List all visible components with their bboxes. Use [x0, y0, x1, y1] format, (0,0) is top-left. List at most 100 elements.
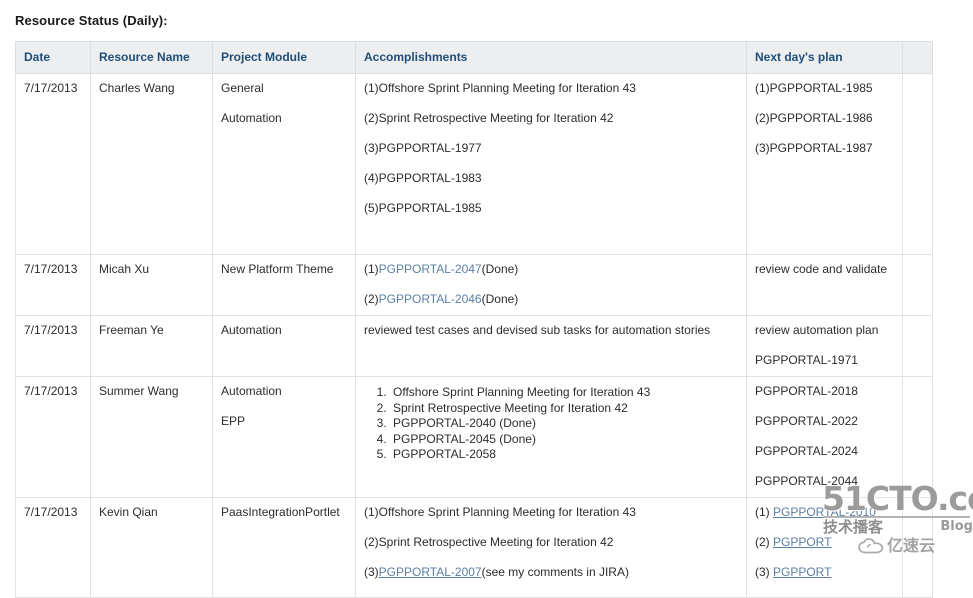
cell-project-module: PaasIntegrationPortlet: [212, 497, 356, 598]
module-value: EPP: [221, 414, 246, 428]
accomplishment-item: (1)Offshore Sprint Planning Meeting for …: [364, 81, 636, 95]
date-value: 7/17/2013: [24, 323, 78, 337]
cell-accomplishments: reviewed test cases and devised sub task…: [355, 315, 747, 377]
cell-accomplishments: (1)Offshore Sprint Planning Meeting for …: [355, 73, 747, 255]
cell-date: 7/17/2013: [15, 73, 91, 255]
cell-project-module: Automation: [212, 315, 356, 377]
cell-accomplishments: (1)PGPPORTAL-2047(Done) (2)PGPPORTAL-204…: [355, 254, 747, 316]
item-prefix: (2)Sprint Retrospective Meeting for Iter…: [364, 535, 614, 549]
table-row: 7/17/2013 Micah Xu New Platform Theme (1…: [15, 254, 933, 316]
resource-name-value: Charles Wang: [99, 81, 175, 95]
accomplishment-item: (5)PGPPORTAL-1985: [364, 201, 482, 215]
next-day-plan-item: (3)PGPPORTAL-1987: [755, 141, 873, 155]
next-day-plan-item: PGPPORTAL-1971: [755, 353, 858, 367]
table-row: 7/17/2013 Freeman Ye Automation reviewed…: [15, 315, 933, 377]
list-item: PGPPORTAL-2040 (Done): [390, 416, 738, 431]
cell-resource-name: Kevin Qian: [90, 497, 213, 598]
module-value: New Platform Theme: [221, 262, 334, 276]
item-prefix: (3): [755, 565, 773, 579]
jira-link[interactable]: PGPPORT: [773, 565, 831, 579]
accomplishment-item: (3)PGPPORTAL-2007(see my comments in JIR…: [364, 565, 738, 580]
cell-date: 7/17/2013: [15, 376, 91, 498]
column-header-extra[interactable]: [902, 41, 933, 74]
accomplishment-item: (2)Sprint Retrospective Meeting for Iter…: [364, 111, 614, 125]
cell-next-day-plan: (1)PGPPORTAL-1985 (2)PGPPORTAL-1986 (3)P…: [746, 73, 903, 255]
next-day-plan-item: (2)PGPPORTAL-1986: [755, 111, 873, 125]
accomplishment-item: reviewed test cases and devised sub task…: [364, 323, 711, 337]
cell-extra: [902, 315, 933, 377]
jira-link[interactable]: PGPPORTAL-2010: [773, 505, 876, 519]
next-day-plan-item: review code and validate: [755, 262, 888, 276]
column-header-date[interactable]: Date: [15, 41, 91, 74]
item-prefix: (1)Offshore Sprint Planning Meeting for …: [364, 505, 636, 519]
jira-link[interactable]: PGPPORTAL-2007: [379, 565, 482, 579]
column-header-accomplishments[interactable]: Accomplishments: [355, 41, 747, 74]
next-day-plan-item: (1)PGPPORTAL-1985: [755, 81, 873, 95]
accomplishment-item: (2)PGPPORTAL-2046(Done): [364, 292, 738, 307]
module-value: Automation: [221, 323, 282, 337]
module-value: PaasIntegrationPortlet: [221, 505, 340, 519]
cell-next-day-plan: PGPPORTAL-2018 PGPPORTAL-2022 PGPPORTAL-…: [746, 376, 903, 498]
cell-extra: [902, 376, 933, 498]
cell-resource-name: Freeman Ye: [90, 315, 213, 377]
jira-link[interactable]: PGPPORTAL-2047: [379, 262, 482, 276]
jira-link[interactable]: PGPPORT: [773, 535, 831, 549]
column-header-resource-name[interactable]: Resource Name: [90, 41, 213, 74]
next-day-plan-item: PGPPORTAL-2044: [755, 474, 858, 488]
resource-name-value: Freeman Ye: [99, 323, 164, 337]
list-item: PGPPORTAL-2045 (Done): [390, 432, 738, 447]
next-day-plan-item: review automation plan: [755, 323, 879, 337]
module-value: Automation: [221, 111, 282, 125]
date-value: 7/17/2013: [24, 81, 78, 95]
next-day-plan-item: (1) PGPPORTAL-2010: [755, 505, 894, 520]
resource-name-value: Summer Wang: [99, 384, 179, 398]
table-row: 7/17/2013 Summer Wang Automation EPP Off…: [15, 376, 933, 498]
cell-extra: [902, 73, 933, 255]
next-day-plan-item: PGPPORTAL-2018: [755, 384, 858, 398]
accomplishment-item: (4)PGPPORTAL-1983: [364, 171, 482, 185]
resource-name-value: Kevin Qian: [99, 505, 158, 519]
cell-next-day-plan: review automation plan PGPPORTAL-1971: [746, 315, 903, 377]
item-prefix: (1): [364, 262, 379, 276]
table-row: 7/17/2013 Kevin Qian PaasIntegrationPort…: [15, 497, 933, 598]
cell-project-module: General Automation: [212, 73, 356, 255]
date-value: 7/17/2013: [24, 505, 78, 519]
next-day-plan-item: PGPPORTAL-2024: [755, 444, 858, 458]
cell-accomplishments: Offshore Sprint Planning Meeting for Ite…: [355, 376, 747, 498]
table-header-row: Date Resource Name Project Module Accomp…: [15, 41, 933, 74]
column-header-project-module[interactable]: Project Module: [212, 41, 356, 74]
cell-extra: [902, 254, 933, 316]
list-item: PGPPORTAL-2058: [390, 447, 738, 462]
item-prefix: (2): [755, 535, 773, 549]
column-header-next-day-plan[interactable]: Next day's plan: [746, 41, 903, 74]
next-day-plan-item: PGPPORTAL-2022: [755, 414, 858, 428]
cell-accomplishments: (1)Offshore Sprint Planning Meeting for …: [355, 497, 747, 598]
cell-next-day-plan: review code and validate: [746, 254, 903, 316]
jira-link[interactable]: PGPPORTAL-2046: [379, 292, 482, 306]
table-row: 7/17/2013 Charles Wang General Automatio…: [15, 73, 933, 255]
item-suffix: (Done): [481, 262, 519, 276]
module-value: General: [221, 81, 264, 95]
item-suffix: (Done): [481, 292, 519, 306]
list-item: Sprint Retrospective Meeting for Iterati…: [390, 401, 738, 416]
module-value: Automation: [221, 384, 282, 398]
cell-next-day-plan: (1) PGPPORTAL-2010 (2) PGPPORT (3) PGPPO…: [746, 497, 903, 598]
list-item: Offshore Sprint Planning Meeting for Ite…: [390, 385, 738, 400]
cell-project-module: New Platform Theme: [212, 254, 356, 316]
cell-extra: [902, 497, 933, 598]
resource-status-table: Date Resource Name Project Module Accomp…: [15, 41, 933, 598]
accomplishment-item: (2)Sprint Retrospective Meeting for Iter…: [364, 535, 738, 550]
accomplishment-item: (1)Offshore Sprint Planning Meeting for …: [364, 505, 738, 520]
cell-project-module: Automation EPP: [212, 376, 356, 498]
cell-date: 7/17/2013: [15, 315, 91, 377]
cell-resource-name: Summer Wang: [90, 376, 213, 498]
item-prefix: (3): [364, 565, 379, 579]
date-value: 7/17/2013: [24, 262, 78, 276]
date-value: 7/17/2013: [24, 384, 78, 398]
next-day-plan-item: (2) PGPPORT: [755, 535, 894, 550]
cell-date: 7/17/2013: [15, 497, 91, 598]
cell-resource-name: Charles Wang: [90, 73, 213, 255]
item-prefix: (1): [755, 505, 773, 519]
accomplishment-item: (3)PGPPORTAL-1977: [364, 141, 482, 155]
accomplishments-ordered-list: Offshore Sprint Planning Meeting for Ite…: [364, 385, 738, 462]
